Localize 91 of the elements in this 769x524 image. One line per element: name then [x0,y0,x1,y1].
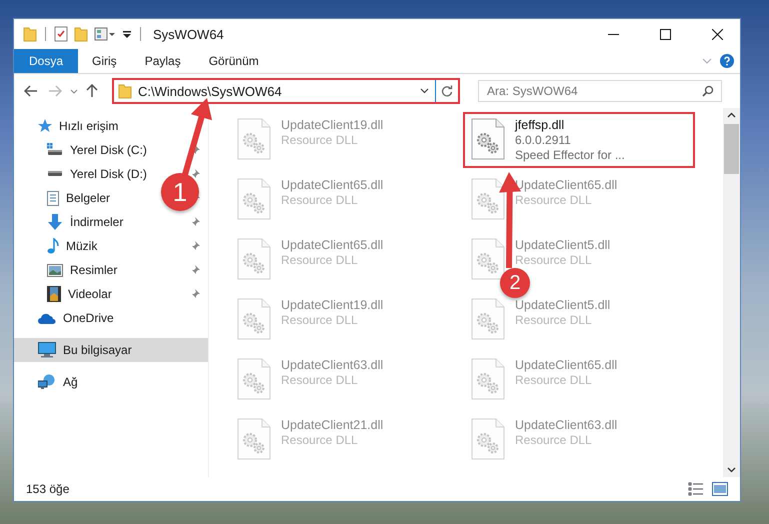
pin-icon[interactable] [190,169,200,179]
sidebar-item[interactable]: Belgeler [66,191,110,205]
ribbon-tab[interactable]: Görünüm [194,49,273,73]
file-name: UpdateClient5.dll [515,298,610,313]
view-icon[interactable] [94,26,116,42]
sidebar-item[interactable]: Yerel Disk (C:) [70,143,147,157]
folder-icon [118,83,132,99]
file-name: UpdateClient19.dll [281,118,384,133]
refresh-icon [441,85,453,97]
document-icon [47,190,59,206]
file-name: UpdateClient65.dll [515,358,618,373]
file-name: UpdateClient5.dll [515,238,610,253]
up-arrow-icon[interactable] [86,84,98,98]
file-detail: 6.0.0.2911 [515,133,572,148]
sidebar-item[interactable]: Müzik [66,239,98,253]
ribbon-tab[interactable]: Paylaş [130,49,195,73]
ribbon-tab[interactable]: Giriş [78,49,131,73]
file-detail: Resource DLL [281,313,359,328]
sidebar-item[interactable]: İndirmeler [70,215,124,229]
cloud-icon [38,312,56,324]
monitor-icon [38,342,56,358]
file-detail: Resource DLL [515,433,593,448]
close-icon [712,28,722,40]
help-icon[interactable] [720,54,734,68]
file-name: UpdateClient65.dll [515,178,618,193]
file-detail: Resource DLL [515,253,593,268]
sidebar-item[interactable]: Ağ [63,375,78,389]
file-detail: Resource DLL [281,373,359,388]
gear-file-icon [237,418,271,460]
download-arrow-icon [47,214,63,230]
file-detail: Resource DLL [281,133,359,148]
file-name: UpdateClient65.dll [281,238,384,253]
sidebar-item[interactable]: Bu bilgisayar [14,338,208,362]
star-icon [38,119,52,133]
pin-icon[interactable] [190,241,200,251]
file-detail: Resource DLL [515,193,593,208]
file-detail: Resource DLL [281,253,359,268]
file-name: UpdateClient63.dll [515,418,618,433]
network-icon [38,374,56,390]
scrollbar[interactable] [723,108,740,477]
scroll-up-icon[interactable] [727,112,736,118]
scroll-down-icon[interactable] [727,467,736,473]
file-name: UpdateClient21.dll [281,418,384,433]
address-field[interactable]: C:\Windows\SysWOW64 [114,80,436,102]
item-count: 153 öğe [26,482,70,496]
gear-file-icon [471,358,505,400]
sidebar-item[interactable]: Resimler [70,263,118,277]
gear-file-icon [471,238,505,280]
file-name: UpdateClient19.dll [281,298,384,313]
gear-file-icon [237,178,271,220]
gear-file-icon [237,118,271,160]
gear-file-icon [471,118,505,160]
file-detail: Speed Effector for ... [515,148,625,163]
maximize-icon [660,28,670,40]
file-name: jfeffsp.dll [515,118,566,133]
checklist-icon[interactable] [54,26,68,42]
file-detail: Resource DLL [515,313,593,328]
highlighted-file-item[interactable]: jfeffsp.dll 6.0.0.2911 Speed Effector for ... [463,112,695,168]
back-arrow-icon[interactable] [24,85,38,97]
scrollbar-thumb[interactable] [724,124,739,174]
file-name: UpdateClient63.dll [281,358,384,373]
pin-icon[interactable] [190,289,200,299]
gear-file-icon [471,298,505,340]
sidebar-item[interactable]: Yerel Disk (D:) [70,167,147,181]
sidebar-item[interactable]: Videolar [68,287,112,301]
large-icons-view-icon[interactable] [712,482,728,496]
ribbon-tab[interactable]: Dosya [14,49,78,73]
gear-file-icon [471,178,505,220]
gear-file-icon [237,238,271,280]
gear-file-icon [237,298,271,340]
pin-icon[interactable] [190,265,200,275]
drive-icon [47,171,63,177]
file-detail: Resource DLL [281,433,359,448]
window-title: SysWOW64 [153,26,224,42]
details-view-icon[interactable] [688,482,704,496]
search-icon [702,85,714,97]
file-name: UpdateClient65.dll [281,178,384,193]
file-detail: Resource DLL [515,373,593,388]
chevron-down-icon[interactable] [420,88,429,94]
file-detail: Resource DLL [281,193,359,208]
film-icon [47,286,61,302]
gear-file-icon [471,418,505,460]
pin-icon[interactable] [190,217,200,227]
gear-file-icon [237,358,271,400]
sidebar-item[interactable]: OneDrive [63,311,114,325]
music-note-icon [47,238,59,254]
search-field[interactable]: Ara: SysWOW64 [478,80,722,102]
picture-icon [47,264,63,276]
address-path: C:\Windows\SysWOW64 [138,84,282,98]
drive-icon [47,143,63,157]
sidebar-item[interactable]: Hızlı erişim [59,119,118,133]
